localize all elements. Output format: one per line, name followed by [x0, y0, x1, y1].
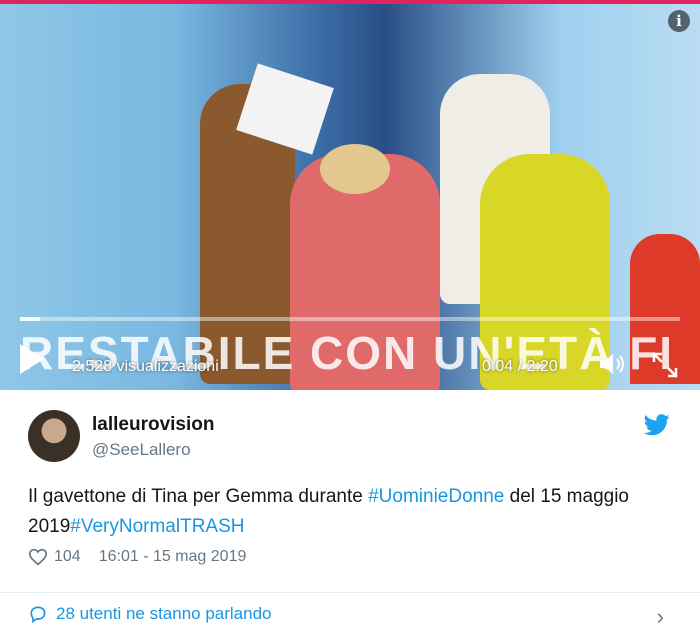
scene-figure-center-hair [320, 144, 390, 194]
info-icon[interactable]: i [668, 10, 690, 32]
tweet-text-part: Il gavettone di Tina per Gemma durante [28, 486, 369, 507]
volume-icon[interactable] [598, 350, 628, 378]
tweet-meta: 104 16:01 - 15 mag 2019 [28, 548, 246, 566]
video-time: 0:04 / 2:20 [482, 358, 558, 375]
talking-link[interactable]: 28 utenti ne stanno parlando [28, 604, 272, 624]
hashtag-uominiedonne[interactable]: #UominieDonne [368, 486, 504, 507]
tweet-timestamp[interactable]: 16:01 - 15 mag 2019 [99, 548, 247, 566]
speech-bubble-icon [30, 606, 46, 624]
progress-fill [20, 317, 40, 321]
user-handle[interactable]: @SeeLallero [92, 440, 191, 460]
talking-label: 28 utenti ne stanno parlando [56, 604, 272, 623]
view-count: 2.528 visualizzazioni [72, 358, 219, 375]
avatar[interactable] [28, 410, 80, 462]
fullscreen-icon[interactable] [650, 350, 680, 380]
like-count[interactable]: 104 [54, 548, 81, 566]
play-icon[interactable] [20, 344, 44, 374]
hashtag-verynormaltrash[interactable]: #VeryNormalTRASH [70, 516, 244, 537]
twitter-bird-icon[interactable] [644, 414, 670, 436]
tweet-card: lalleurovision @SeeLallero Il gavettone … [0, 390, 700, 640]
tweet-text: Il gavettone di Tina per Gemma durante #… [28, 482, 678, 542]
display-name[interactable]: lalleurovision [92, 414, 214, 436]
progress-bar[interactable] [20, 317, 680, 321]
video-player[interactable]: RESTABILE CON UN'ETÀ FI i 2.528 visualiz… [0, 4, 700, 390]
divider [0, 592, 700, 593]
heart-icon[interactable] [28, 548, 48, 566]
chevron-right-icon[interactable]: › [657, 604, 664, 630]
